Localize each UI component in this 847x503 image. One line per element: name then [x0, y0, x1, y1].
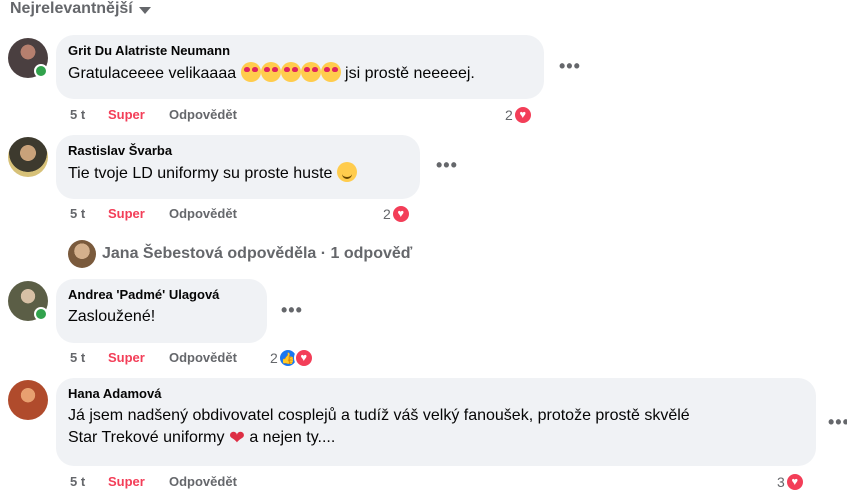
- comment-time[interactable]: 5 t: [70, 350, 108, 365]
- comment-text: Gratulaceeee velikaaaa jsi prostě neeeee…: [68, 62, 532, 85]
- comment-author[interactable]: Hana Adamová: [68, 386, 804, 402]
- smile-emoji-icon: [336, 162, 357, 182]
- comment-actions: 5 t Super Odpovědět: [70, 474, 237, 489]
- reaction-count: 3: [777, 474, 785, 490]
- online-status-dot: [34, 307, 48, 321]
- comment-text-part: Gratulaceeee velikaaaa: [68, 65, 237, 82]
- comment-text-line: Star Trekové uniformy ❤ a nejen ty....: [68, 427, 804, 450]
- reply-button[interactable]: Odpovědět: [169, 206, 237, 221]
- comment-author[interactable]: Rastislav Švarba: [68, 143, 408, 159]
- more-options-icon[interactable]: •••: [436, 155, 458, 176]
- comment-author[interactable]: Andrea 'Padmé' Ulagová: [68, 287, 255, 303]
- heart-reaction-icon: ♥: [512, 105, 533, 125]
- sort-label: Nejrelevantnější: [10, 0, 133, 17]
- reply-button[interactable]: Odpovědět: [169, 107, 237, 122]
- reaction-button[interactable]: Super: [108, 107, 169, 122]
- heart-emoji-icon: ❤: [228, 428, 245, 449]
- comment-text-line: Já jsem nadšený obdivovatel cosplejů a t…: [68, 407, 690, 424]
- reply-button[interactable]: Odpovědět: [169, 350, 237, 365]
- reaction-button[interactable]: Super: [108, 474, 169, 489]
- in-love-emoji-icon: [240, 62, 261, 82]
- comment-bubble: Rastislav Švarba Tie tvoje LD uniformy s…: [56, 135, 420, 199]
- comment-text: Já jsem nadšený obdivovatel cosplejů a t…: [68, 405, 804, 450]
- reply-button[interactable]: Odpovědět: [169, 474, 237, 489]
- in-love-emoji-icon: [280, 62, 301, 82]
- heart-reaction-icon: ♥: [784, 472, 805, 492]
- avatar: [68, 240, 96, 268]
- avatar[interactable]: [8, 137, 48, 177]
- comment-actions: 5 t Super Odpovědět: [70, 350, 237, 365]
- reaction-button[interactable]: Super: [108, 350, 169, 365]
- comment-text-part: a nejen ty....: [249, 429, 336, 446]
- replies-summary-text: Jana Šebestová odpověděla · 1 odpověď: [102, 245, 413, 262]
- reaction-count: 2: [383, 206, 391, 222]
- more-options-icon[interactable]: •••: [828, 412, 847, 433]
- comment-time[interactable]: 5 t: [70, 107, 108, 122]
- sort-dropdown[interactable]: Nejrelevantnější: [10, 0, 151, 18]
- comment-text-part: jsi prostě neeeeej.: [345, 65, 475, 82]
- online-status-dot: [34, 64, 48, 78]
- comment-time[interactable]: 5 t: [70, 206, 108, 221]
- in-love-emoji-icon: [320, 62, 341, 82]
- reaction-summary[interactable]: 2 ♥: [383, 204, 411, 224]
- comment-bubble: Hana Adamová Já jsem nadšený obdivovatel…: [56, 378, 816, 466]
- comment-time[interactable]: 5 t: [70, 474, 108, 489]
- more-options-icon[interactable]: •••: [281, 300, 303, 321]
- comment-bubble: Grit Du Alatriste Neumann Gratulaceeee v…: [56, 35, 544, 99]
- comment-text-part: Star Trekové uniformy: [68, 429, 225, 446]
- comment-actions: 5 t Super Odpovědět: [70, 206, 237, 221]
- comment-bubble: Andrea 'Padmé' Ulagová Zasloužené!: [56, 279, 267, 343]
- comment-text-part: Tie tvoje LD uniformy su proste huste: [68, 165, 333, 182]
- reaction-count: 2: [270, 350, 278, 366]
- comment-actions: 5 t Super Odpovědět: [70, 107, 237, 122]
- comment-author[interactable]: Grit Du Alatriste Neumann: [68, 43, 532, 59]
- comment-text: Zasloužené!: [68, 308, 156, 325]
- reaction-summary[interactable]: 2 👍 ♥: [270, 348, 314, 368]
- reaction-summary[interactable]: 2 ♥: [505, 105, 533, 125]
- avatar[interactable]: [8, 380, 48, 420]
- in-love-emoji-icon: [300, 62, 321, 82]
- reaction-summary[interactable]: 3 ♥: [777, 472, 805, 492]
- caret-down-icon: [138, 6, 151, 14]
- reaction-count: 2: [505, 107, 513, 123]
- comment-text: Tie tvoje LD uniformy su proste huste: [68, 162, 408, 185]
- heart-reaction-icon: ♥: [293, 348, 314, 368]
- view-replies-link[interactable]: Jana Šebestová odpověděla · 1 odpověď: [68, 240, 412, 268]
- in-love-emoji-icon: [260, 62, 281, 82]
- reaction-button[interactable]: Super: [108, 206, 169, 221]
- more-options-icon[interactable]: •••: [559, 56, 581, 77]
- heart-reaction-icon: ♥: [390, 204, 411, 224]
